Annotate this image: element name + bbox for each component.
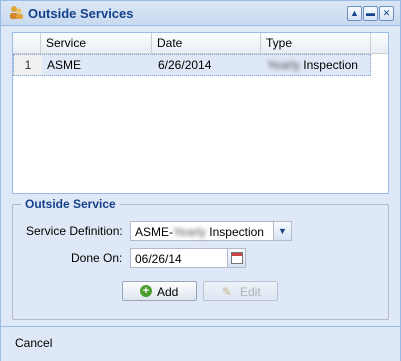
collapse-icon: ▲ bbox=[350, 8, 359, 18]
minimize-button[interactable]: ▬ bbox=[363, 6, 378, 21]
cell-service: ASME bbox=[47, 58, 82, 72]
minimize-icon: ▬ bbox=[366, 8, 375, 18]
close-button[interactable]: ✕ bbox=[379, 6, 394, 21]
row-number: 1 bbox=[14, 55, 42, 75]
service-definition-combo[interactable]: ASME-Yearly Inspection ▼ bbox=[130, 221, 292, 241]
header-service[interactable]: Service bbox=[41, 33, 152, 53]
cell-date: 6/26/2014 bbox=[158, 58, 212, 72]
table-row[interactable]: 1 ASME 6/26/2014 Yearly Inspection bbox=[13, 54, 371, 76]
header-rownum bbox=[13, 33, 41, 53]
chevron-down-icon[interactable]: ▼ bbox=[273, 222, 291, 240]
collapse-button[interactable]: ▲ bbox=[347, 6, 362, 21]
cell-type-blurred: Yearly bbox=[267, 58, 300, 72]
window-title: Outside Services bbox=[28, 6, 134, 21]
cell-type-text: Inspection bbox=[303, 58, 358, 72]
edit-button[interactable]: ✎ Edit bbox=[203, 281, 278, 301]
add-button[interactable]: + Add bbox=[122, 281, 197, 301]
header-date[interactable]: Date bbox=[152, 33, 261, 53]
outside-service-fieldset: Outside Service Service Definition: ASME… bbox=[12, 197, 389, 320]
done-on-label: Done On: bbox=[71, 251, 123, 265]
fieldset-legend: Outside Service bbox=[21, 197, 120, 211]
edit-button-label: Edit bbox=[240, 285, 261, 299]
calendar-icon[interactable] bbox=[227, 249, 245, 267]
cancel-button[interactable]: Cancel bbox=[15, 336, 52, 350]
users-icon bbox=[10, 6, 23, 19]
outside-services-window: Outside Services ▲ ▬ ✕ Service Date Type… bbox=[0, 0, 401, 361]
done-on-value: 06/26/14 bbox=[135, 252, 182, 266]
window-titlebar[interactable]: Outside Services ▲ ▬ ✕ bbox=[1, 1, 400, 26]
grid-header: Service Date Type bbox=[13, 33, 388, 54]
services-grid[interactable]: Service Date Type 1 ASME 6/26/2014 Yearl… bbox=[12, 32, 389, 194]
add-icon: + bbox=[140, 285, 152, 297]
done-on-date-field[interactable]: 06/26/14 bbox=[130, 248, 246, 268]
add-button-label: Add bbox=[157, 285, 179, 299]
window-footer: Cancel bbox=[1, 326, 400, 361]
service-definition-label: Service Definition: bbox=[26, 224, 123, 238]
service-definition-value: ASME-Yearly Inspection bbox=[135, 225, 264, 239]
close-icon: ✕ bbox=[382, 8, 391, 18]
cell-type: Yearly Inspection bbox=[262, 55, 372, 75]
pencil-icon: ✎ bbox=[222, 285, 233, 299]
header-type[interactable]: Type bbox=[261, 33, 371, 53]
